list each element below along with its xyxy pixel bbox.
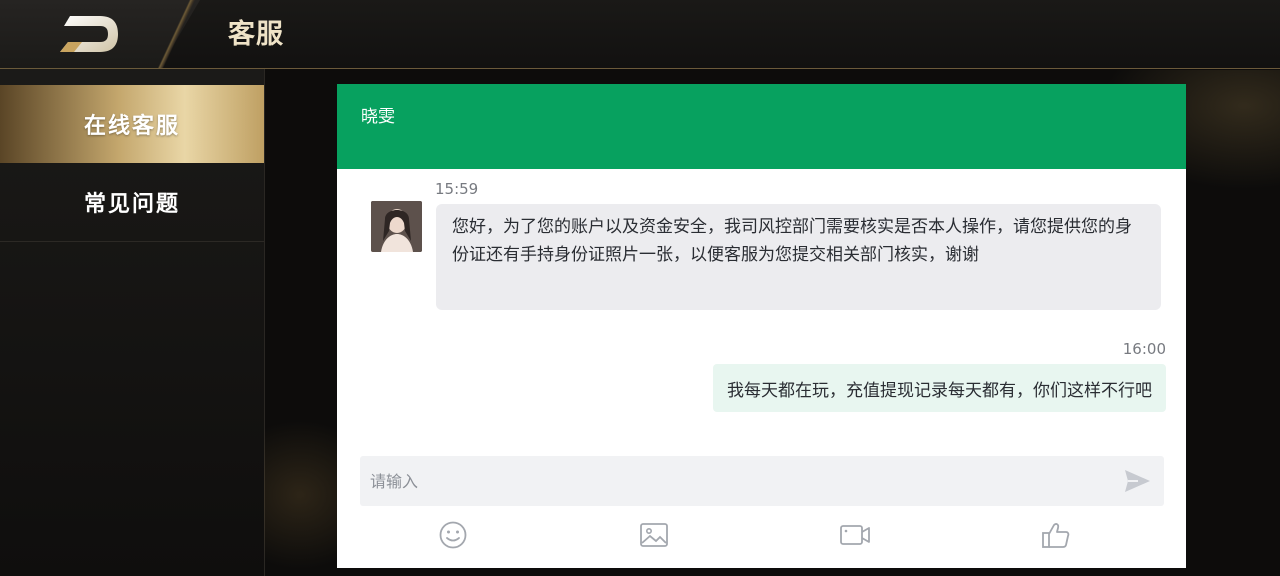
avatar-photo: [371, 201, 422, 252]
thumbs-up-icon[interactable]: [1040, 520, 1072, 550]
message-input-box: [360, 456, 1164, 506]
sidebar-item-faq[interactable]: 常见问题: [0, 163, 264, 242]
video-icon[interactable]: [839, 520, 871, 550]
image-icon[interactable]: [638, 520, 670, 550]
d-logo-icon[interactable]: [56, 14, 120, 54]
outgoing-message-bubble: 我每天都在玩，充值提现记录每天都有，你们这样不行吧: [713, 364, 1166, 412]
page-title: 客服: [228, 19, 284, 50]
message-timestamp: 16:00: [1122, 340, 1166, 358]
incoming-message-bubble: 您好，为了您的账户以及资金安全，我司风控部门需要核实是否本人操作，请您提供您的身…: [436, 204, 1161, 310]
agent-avatar[interactable]: [371, 201, 422, 252]
chat-header: 晓雯: [337, 84, 1186, 169]
message-timestamp: 15:59: [435, 180, 479, 198]
agent-name: 晓雯: [361, 107, 395, 127]
smiley-icon[interactable]: [437, 520, 469, 550]
message-input[interactable]: [360, 456, 1110, 506]
send-icon[interactable]: [1122, 467, 1152, 495]
sidebar: 在线客服 常见问题: [0, 69, 265, 576]
chat-panel: 晓雯 15:59 您好，为了您的账户以及资金安全，我司风控部门需要核实是否本人操…: [337, 84, 1186, 568]
top-bar: 客服: [0, 0, 1280, 69]
logo-tab-edge: [150, 0, 202, 68]
sidebar-item-online-service[interactable]: 在线客服: [0, 85, 264, 163]
